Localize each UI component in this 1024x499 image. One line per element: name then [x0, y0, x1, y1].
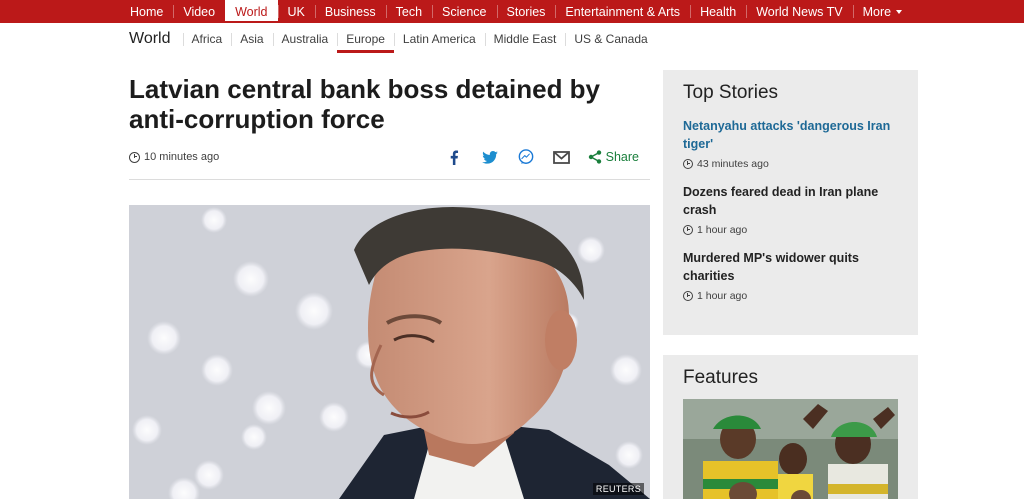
article-timestamp-text: 10 minutes ago: [144, 151, 220, 163]
article-main-image: REUTERS: [129, 205, 650, 499]
clock-icon: [129, 151, 140, 163]
image-credit: REUTERS: [592, 483, 644, 495]
top-story-title[interactable]: Murdered MP's widower quits charities: [683, 249, 898, 285]
nav-item-science[interactable]: Science: [432, 0, 496, 23]
top-story-time: 1 hour ago: [683, 290, 898, 302]
share-tools: Share: [436, 143, 649, 171]
top-story-time-text: 1 hour ago: [697, 290, 748, 302]
twitter-icon[interactable]: [472, 143, 508, 171]
top-navigation: Home Video World UK Business Tech Scienc…: [0, 0, 1024, 23]
messenger-icon[interactable]: [508, 143, 544, 171]
subnav-item-australia[interactable]: Australia: [272, 25, 338, 53]
subnav-item-us-canada[interactable]: US & Canada: [565, 25, 656, 53]
nav-item-tech[interactable]: Tech: [385, 0, 432, 23]
article-headline: Latvian central bank boss detained by an…: [129, 74, 601, 134]
crowd-photo: [683, 399, 898, 499]
top-story-title[interactable]: Netanyahu attacks 'dangerous Iran tiger': [683, 117, 898, 153]
nav-item-stories[interactable]: Stories: [496, 0, 556, 23]
clock-icon: [683, 159, 693, 169]
nav-item-world[interactable]: World: [225, 0, 278, 23]
top-story-item[interactable]: Murdered MP's widower quits charities 1 …: [663, 249, 918, 302]
subnav-item-latin-america[interactable]: Latin America: [393, 25, 485, 53]
portrait-photo: [129, 205, 650, 499]
section-title[interactable]: World: [129, 30, 171, 48]
article-meta: 10 minutes ago Share: [129, 143, 649, 171]
share-icon: [588, 150, 601, 164]
top-story-time-text: 1 hour ago: [697, 224, 748, 236]
nav-item-home[interactable]: Home: [120, 0, 173, 23]
share-button[interactable]: Share: [588, 150, 639, 164]
top-story-item[interactable]: Dozens feared dead in Iran plane crash 1…: [663, 183, 918, 236]
top-story-title[interactable]: Dozens feared dead in Iran plane crash: [683, 183, 898, 219]
top-stories-title: Top Stories: [683, 82, 779, 103]
top-story-item[interactable]: Netanyahu attacks 'dangerous Iran tiger'…: [663, 117, 918, 170]
top-story-time-text: 43 minutes ago: [697, 158, 769, 170]
divider: [129, 179, 650, 180]
section-subnav: World Africa Asia Australia Europe Latin…: [129, 24, 657, 54]
nav-more-label: More: [862, 4, 892, 19]
subnav-item-africa[interactable]: Africa: [182, 25, 232, 53]
nav-item-business[interactable]: Business: [314, 0, 386, 23]
subnav-item-europe[interactable]: Europe: [337, 25, 394, 53]
nav-item-video[interactable]: Video: [173, 0, 225, 23]
top-story-time: 43 minutes ago: [683, 158, 898, 170]
nav-item-more[interactable]: More: [852, 0, 912, 23]
article-timestamp: 10 minutes ago: [129, 151, 219, 163]
nav-item-world-news-tv[interactable]: World News TV: [746, 0, 852, 23]
chevron-down-icon: [896, 9, 903, 14]
subnav-item-middle-east[interactable]: Middle East: [484, 25, 566, 53]
facebook-icon[interactable]: [436, 143, 472, 171]
features-panel: Features: [663, 355, 918, 499]
nav-item-uk[interactable]: UK: [277, 0, 315, 23]
email-icon[interactable]: [544, 143, 580, 171]
share-label: Share: [605, 150, 639, 164]
clock-icon: [683, 291, 693, 301]
clock-icon: [683, 225, 693, 235]
features-title: Features: [683, 367, 758, 388]
top-story-time: 1 hour ago: [683, 224, 898, 236]
top-stories-panel: Top Stories Netanyahu attacks 'dangerous…: [663, 70, 918, 335]
feature-image[interactable]: [683, 399, 898, 499]
subnav-item-asia[interactable]: Asia: [231, 25, 272, 53]
nav-item-entertainment-arts[interactable]: Entertainment & Arts: [555, 0, 690, 23]
nav-item-health[interactable]: Health: [690, 0, 746, 23]
